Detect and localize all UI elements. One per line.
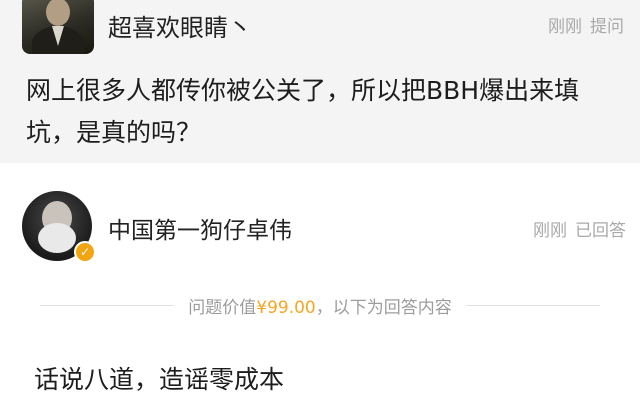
answerer-username[interactable]: 中国第一狗仔卓伟 [108, 211, 292, 245]
question-meta: 刚刚 提问 [548, 12, 624, 37]
question-text: 网上很多人都传你被公关了，所以把BBH爆出来填坑，是真的吗？ [26, 76, 580, 147]
v-badge-icon: ✓ [74, 241, 96, 263]
divider-line-right [465, 304, 601, 306]
avatar-beard [38, 223, 76, 253]
answer-time: 刚刚 [533, 221, 567, 241]
answer-status: 已回答 [575, 221, 626, 241]
avatar-face [46, 0, 70, 26]
question-action: 提问 [590, 17, 624, 37]
price-amount: ¥99.00 [256, 297, 316, 318]
qa-screen: 超喜欢眼睛丶 刚刚 提问 网上很多人都传你被公关了，所以把BBH爆出来填坑，是真的… [0, 0, 640, 412]
question-time: 刚刚 [548, 17, 582, 37]
price-prefix: 问题价值 [188, 297, 257, 318]
answer-meta: 刚刚 已回答 [533, 216, 626, 241]
question-card: 超喜欢眼睛丶 刚刚 提问 网上很多人都传你被公关了，所以把BBH爆出来填坑，是真的… [0, 0, 640, 163]
asker-username[interactable]: 超喜欢眼睛丶 [108, 8, 252, 43]
asker-avatar[interactable] [22, 0, 94, 54]
price-label: 问题价值¥99.00，以下为回答内容 [174, 293, 465, 318]
price-suffix: ，以下为回答内容 [315, 297, 452, 318]
answer-text: 话说八道，造谣零成本 [34, 365, 285, 394]
divider-line-left [40, 304, 175, 306]
price-divider: 问题价值¥99.00，以下为回答内容 [40, 290, 601, 320]
